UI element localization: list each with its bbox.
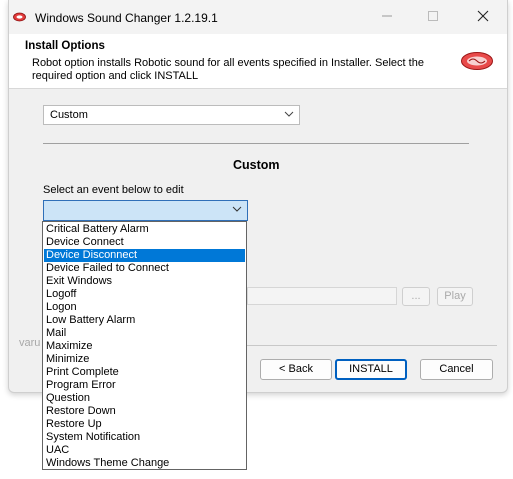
- sound-path-input[interactable]: [247, 287, 397, 305]
- header-title: Install Options: [25, 40, 105, 52]
- dropdown-option[interactable]: System Notification: [44, 431, 245, 444]
- close-icon: [477, 10, 489, 22]
- maximize-button[interactable]: [411, 6, 455, 28]
- install-button[interactable]: INSTALL: [335, 359, 407, 380]
- minimize-icon: [382, 15, 392, 17]
- section-title: Custom: [233, 158, 280, 172]
- dropdown-option[interactable]: Minimize: [44, 353, 245, 366]
- dropdown-option[interactable]: Device Disconnect: [44, 249, 245, 262]
- install-option-value: Custom: [50, 109, 88, 121]
- dropdown-option[interactable]: Maximize: [44, 340, 245, 353]
- dropdown-option[interactable]: Logon: [44, 301, 245, 314]
- dropdown-option[interactable]: Exit Windows: [44, 275, 245, 288]
- app-logo-icon: [13, 12, 26, 22]
- dropdown-option[interactable]: Question: [44, 392, 245, 405]
- window-title: Windows Sound Changer 1.2.19.1: [35, 11, 218, 25]
- dropdown-option[interactable]: Logoff: [44, 288, 245, 301]
- dropdown-option[interactable]: UAC: [44, 444, 245, 457]
- divider: [43, 143, 469, 144]
- back-button[interactable]: < Back: [260, 359, 332, 380]
- chevron-down-icon: [232, 206, 242, 212]
- header-panel: Install Options Robot option installs Ro…: [9, 34, 507, 89]
- chevron-down-icon: [284, 111, 294, 117]
- brand-text: varu: [19, 337, 41, 349]
- browse-button[interactable]: ...: [402, 287, 430, 306]
- dropdown-option[interactable]: Device Failed to Connect: [44, 262, 245, 275]
- minimize-button[interactable]: [365, 6, 409, 28]
- title-bar: Windows Sound Changer 1.2.19.1: [9, 0, 507, 34]
- event-select[interactable]: [43, 200, 248, 221]
- dropdown-option[interactable]: Program Error: [44, 379, 245, 392]
- dropdown-option[interactable]: Print Complete: [44, 366, 245, 379]
- event-select-label: Select an event below to edit: [43, 184, 184, 196]
- header-description: Robot option installs Robotic sound for …: [32, 57, 424, 82]
- play-button[interactable]: Play: [437, 287, 473, 306]
- cancel-button[interactable]: Cancel: [420, 359, 493, 380]
- close-button[interactable]: [461, 6, 505, 28]
- dropdown-option[interactable]: Mail: [44, 327, 245, 340]
- install-option-select[interactable]: Custom: [43, 105, 300, 125]
- dropdown-option[interactable]: Critical Battery Alarm: [44, 223, 245, 236]
- dropdown-option[interactable]: Low Battery Alarm: [44, 314, 245, 327]
- maximize-icon: [428, 11, 438, 21]
- dropdown-option[interactable]: Restore Down: [44, 405, 245, 418]
- app-logo: [461, 52, 493, 70]
- dropdown-option[interactable]: Restore Up: [44, 418, 245, 431]
- dropdown-option[interactable]: Device Connect: [44, 236, 245, 249]
- dropdown-option[interactable]: Windows Theme Change: [44, 457, 245, 470]
- event-dropdown-list: Critical Battery Alarm Device Connect Devi…: [42, 221, 247, 470]
